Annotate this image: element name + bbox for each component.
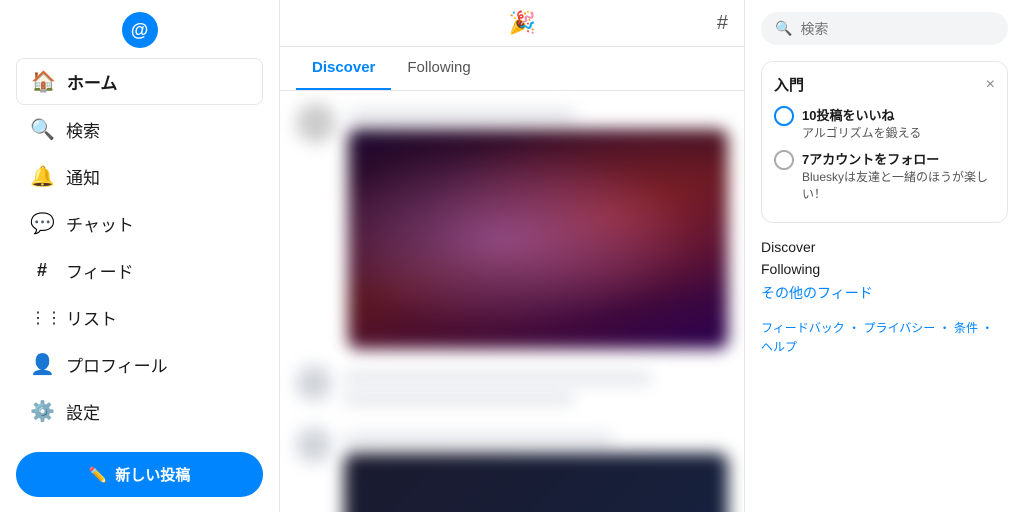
main-content: 🎉 # Discover Following xyxy=(280,0,744,512)
sidebar-item-label: 検索 xyxy=(66,117,100,142)
sidebar-item-settings[interactable]: ⚙️ 設定 xyxy=(16,389,263,434)
post-meta xyxy=(348,109,576,123)
intro-item-follow: 7アカウントをフォロー Blueskyは友達と一緒のほうが楽しい！ xyxy=(774,149,995,202)
progress-circle xyxy=(774,106,794,126)
feed-links: Discover Following その他のフィード xyxy=(761,239,1008,303)
post-meta xyxy=(344,371,651,385)
sidebar-item-lists[interactable]: ⋮⋮ リスト xyxy=(16,295,263,340)
right-sidebar: 🔍 入門 × 10投稿をいいね アルゴリズムを鍛える 7アカウントをフォロー B… xyxy=(744,0,1024,512)
sidebar-item-notifications[interactable]: 🔔 通知 xyxy=(16,154,263,199)
post-body xyxy=(344,427,728,512)
sidebar-item-label: リスト xyxy=(66,305,117,330)
tab-discover[interactable]: Discover xyxy=(296,47,391,90)
progress-circle xyxy=(774,150,794,170)
post-meta xyxy=(344,433,613,447)
post-body xyxy=(344,365,728,411)
home-icon: 🏠 xyxy=(31,69,55,94)
post-card xyxy=(296,427,728,512)
post-body xyxy=(348,103,728,349)
search-input[interactable] xyxy=(800,21,994,37)
feed-link-other[interactable]: その他のフィード xyxy=(761,283,1008,303)
new-post-button[interactable]: ✏️ 新しい投稿 xyxy=(16,452,263,497)
logo-area: @ xyxy=(16,12,263,48)
intro-text: 10投稿をいいね アルゴリズムを鍛える xyxy=(802,105,921,141)
post-image xyxy=(344,453,728,512)
logo-icon[interactable]: @ xyxy=(122,12,158,48)
sidebar-item-label: フィード xyxy=(66,258,134,283)
footer-link-feedback[interactable]: フィードバック xyxy=(761,321,845,335)
new-post-icon: ✏️ xyxy=(89,466,108,484)
post-image xyxy=(348,129,728,349)
feed-content xyxy=(280,91,744,512)
intro-header: 入門 × xyxy=(774,74,995,95)
sidebar-item-profile[interactable]: 👤 プロフィール xyxy=(16,342,263,387)
post-card xyxy=(296,365,728,411)
search-nav-icon: 🔍 xyxy=(30,117,54,142)
search-icon: 🔍 xyxy=(775,20,792,37)
footer-link-terms[interactable]: 条件 xyxy=(954,321,978,335)
new-post-label: 新しい投稿 xyxy=(115,464,190,485)
header-center-icon: 🎉 xyxy=(509,10,536,36)
left-sidebar: @ 🏠 ホーム 🔍 検索 🔔 通知 💬 チャット # フィード ⋮⋮ リスト 👤… xyxy=(0,0,280,512)
intro-section: 入門 × 10投稿をいいね アルゴリズムを鍛える 7アカウントをフォロー Blu… xyxy=(761,61,1008,223)
sidebar-item-label: 通知 xyxy=(66,164,100,189)
main-header: 🎉 # xyxy=(280,0,744,47)
sidebar-item-label: ホーム xyxy=(67,69,118,94)
post-text xyxy=(344,391,574,405)
avatar xyxy=(296,427,332,463)
bell-icon: 🔔 xyxy=(30,164,54,189)
intro-item-likes: 10投稿をいいね アルゴリズムを鍛える xyxy=(774,105,995,141)
footer-link-help[interactable]: ヘルプ xyxy=(761,340,797,354)
sidebar-item-feeds[interactable]: # フィード xyxy=(16,248,263,293)
gear-icon: ⚙️ xyxy=(30,399,54,424)
feed-link-following[interactable]: Following xyxy=(761,261,1008,277)
feeds-icon: # xyxy=(30,260,54,281)
lists-icon: ⋮⋮ xyxy=(30,308,54,328)
avatar xyxy=(296,365,332,401)
tabs-bar: Discover Following xyxy=(280,47,744,91)
footer-links: フィードバック ・ プライバシー ・ 条件 ・ ヘルプ xyxy=(761,319,1008,357)
chat-icon: 💬 xyxy=(30,211,54,236)
profile-icon: 👤 xyxy=(30,352,54,377)
intro-close-button[interactable]: × xyxy=(986,76,995,94)
tab-following[interactable]: Following xyxy=(391,47,486,90)
sidebar-item-label: 設定 xyxy=(66,399,100,424)
search-box[interactable]: 🔍 xyxy=(761,12,1008,45)
intro-text: 7アカウントをフォロー Blueskyは友達と一緒のほうが楽しい！ xyxy=(802,149,995,202)
post-card xyxy=(296,103,728,349)
avatar xyxy=(296,103,336,143)
sidebar-item-label: チャット xyxy=(66,211,134,236)
sidebar-item-chat[interactable]: 💬 チャット xyxy=(16,201,263,246)
sidebar-item-search[interactable]: 🔍 検索 xyxy=(16,107,263,152)
sidebar-item-home[interactable]: 🏠 ホーム xyxy=(16,58,263,105)
intro-title: 入門 xyxy=(774,74,804,95)
hashtag-icon[interactable]: # xyxy=(717,12,728,35)
sidebar-item-label: プロフィール xyxy=(66,352,168,377)
footer-link-privacy[interactable]: プライバシー xyxy=(863,321,935,335)
feed-link-discover[interactable]: Discover xyxy=(761,239,1008,255)
